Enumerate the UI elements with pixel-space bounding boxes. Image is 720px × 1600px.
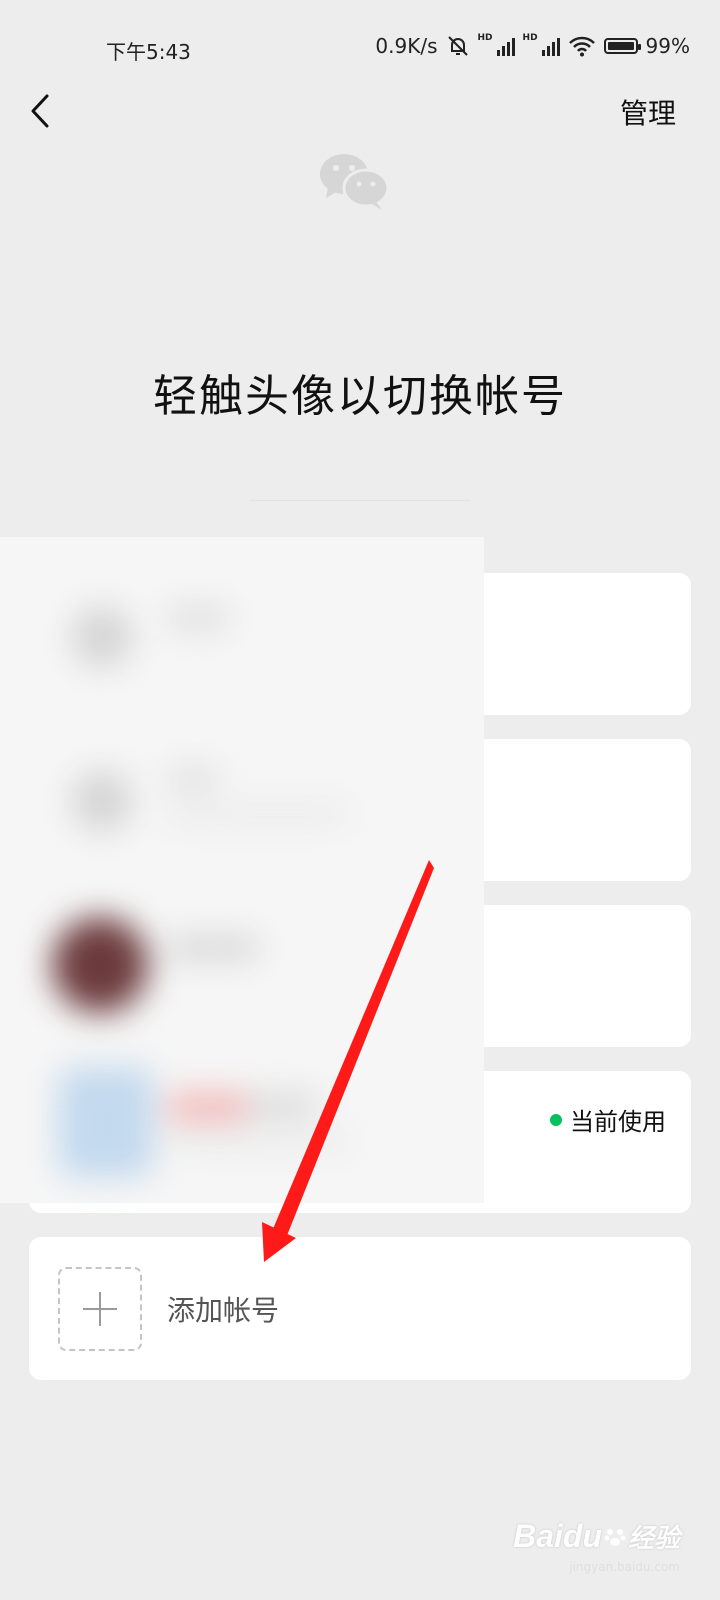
privacy-blur-overlay xyxy=(0,537,484,1203)
hd-label: HD xyxy=(477,33,493,43)
battery-percent: 99% xyxy=(645,34,690,58)
battery-icon xyxy=(603,38,641,54)
watermark-suffix: 经验 xyxy=(627,1523,680,1553)
watermark-brand: Baidu xyxy=(513,1518,602,1554)
network-speed: 0.9K/s xyxy=(375,34,438,58)
add-account-button[interactable]: 添加帐号 xyxy=(29,1237,691,1380)
baidu-watermark: Baidu 经验 jingyan.baidu.com xyxy=(513,1518,680,1574)
avatar xyxy=(58,1067,154,1177)
signal-icon xyxy=(496,36,515,56)
manage-button[interactable]: 管理 xyxy=(620,92,676,132)
current-account-badge: 当前使用 xyxy=(550,1102,666,1137)
back-button[interactable] xyxy=(20,88,60,134)
chevron-left-icon xyxy=(31,94,49,128)
page-title: 轻触头像以切换帐号 xyxy=(153,371,567,422)
hd-label: HD xyxy=(522,33,538,43)
watermark-url: jingyan.baidu.com xyxy=(569,1560,680,1574)
signal-icon xyxy=(541,36,560,56)
status-time: 下午5:43 xyxy=(106,40,191,64)
paw-icon xyxy=(604,1528,626,1546)
mute-bell-icon xyxy=(447,36,468,56)
avatar xyxy=(72,771,132,831)
add-account-label: 添加帐号 xyxy=(167,1294,280,1327)
avatar xyxy=(72,607,132,667)
plus-icon xyxy=(83,1292,117,1326)
status-dot-icon xyxy=(550,1113,562,1126)
status-bar: 下午5:43 0.9K/s HD HD 99% xyxy=(0,0,720,100)
add-account-icon-box xyxy=(58,1267,142,1351)
wifi-icon xyxy=(568,36,595,57)
avatar xyxy=(52,917,148,1013)
status-indicators: 0.9K/s HD HD 99% xyxy=(375,33,690,58)
divider xyxy=(250,500,470,501)
wechat-logo-icon xyxy=(320,154,390,210)
current-account-label: 当前使用 xyxy=(570,1108,666,1136)
